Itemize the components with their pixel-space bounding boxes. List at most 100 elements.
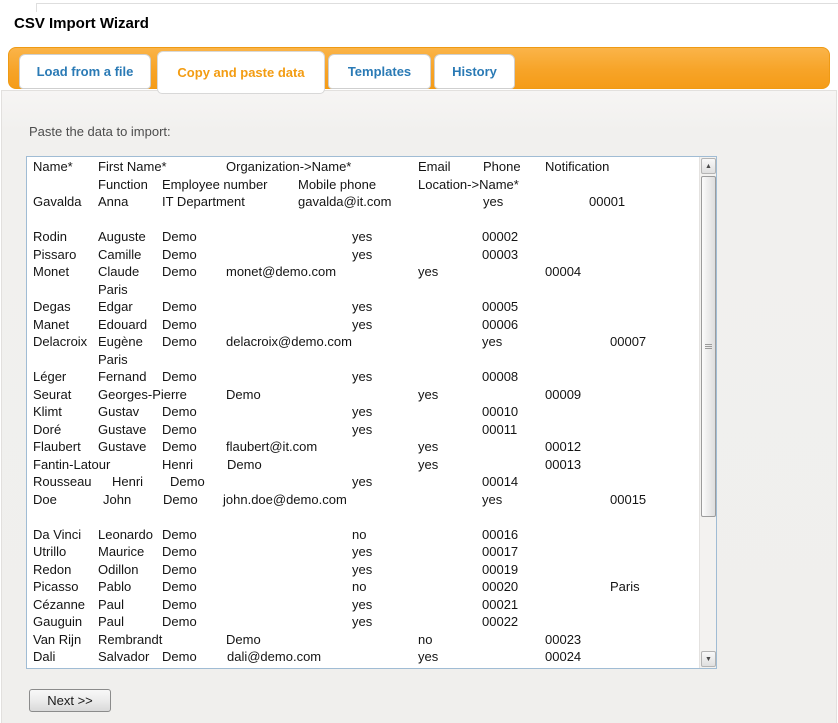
tab-bar: Load from a file Copy and paste data Tem… [8,47,830,89]
paste-content: Name*First Name*Organization->Name*Email… [33,159,698,668]
paste-line: UtrilloMauriceDemoyes00017 [33,544,698,562]
paste-cell: Da Vinci [33,527,81,542]
paste-line: DaliSalvadorDemodali@demo.comyes00024 [33,649,698,667]
paste-line: Fantin-LatourHenriDemoyes00013 [33,457,698,475]
paste-cell: 00009 [545,387,581,402]
paste-cell: 00020 [482,579,518,594]
paste-line: RodinAugusteDemoyes00002 [33,229,698,247]
paste-line: GauguinPaulDemoyes00022 [33,614,698,632]
paste-cell: Degas [33,299,71,314]
paste-cell: 00023 [545,632,581,647]
paste-cell: Demo [162,422,197,437]
paste-cell: Location->Name* [418,177,519,192]
paste-cell: Picasso [33,579,79,594]
paste-cell: Van Rijn [33,632,81,647]
paste-cell: Salvador [98,649,149,664]
tab-label: History [452,64,497,79]
paste-cell: Anna [98,194,128,209]
paste-cell: Demo [170,474,205,489]
thumb-grip-icon [705,344,712,349]
paste-line: Paris [33,352,698,370]
paste-cell: Manet [33,317,69,332]
paste-cell: Georges-Pierre [98,387,187,402]
tab-copy-and-paste-data[interactable]: Copy and paste data [157,51,325,94]
paste-cell: yes [418,439,438,454]
paste-cell: 00014 [482,474,518,489]
paste-cell: Demo [162,317,197,332]
paste-line: Grenoble [33,667,698,669]
paste-cell: 00010 [482,404,518,419]
paste-cell: Mobile phone [298,177,376,192]
paste-cell: Fernand [98,369,146,384]
paste-cell: yes [418,457,438,472]
paste-cell: yes [352,369,372,384]
paste-cell: Eugène [98,334,143,349]
paste-cell: Dali [33,649,55,664]
paste-cell: john.doe@demo.com [223,492,347,507]
paste-line: PissaroCamilleDemoyes00003 [33,247,698,265]
paste-cell: Edouard [98,317,147,332]
paste-cell: Demo [162,404,197,419]
vertical-scrollbar[interactable]: ▲ ▼ [699,157,716,668]
paste-line: Van RijnRembrandtDemono00023 [33,632,698,650]
paste-cell: Camille [98,247,141,262]
paste-cell: Odillon [98,562,138,577]
tab-label: Copy and paste data [177,65,304,80]
paste-line [33,212,698,230]
paste-cell: Demo [162,247,197,262]
next-button[interactable]: Next >> [29,689,111,712]
paste-cell: Function [98,177,148,192]
paste-cell: monet@demo.com [226,264,336,279]
tab-templates[interactable]: Templates [328,54,431,89]
paste-cell: Auguste [98,229,146,244]
up-arrow-icon: ▲ [705,163,712,170]
scroll-down-button[interactable]: ▼ [701,651,716,667]
paste-cell: Delacroix [33,334,87,349]
paste-line: DelacroixEugèneDemodelacroix@demo.comyes… [33,334,698,352]
wizard-panel: Paste the data to import: Name*First Nam… [1,90,837,723]
paste-cell: Rembrandt [98,632,162,647]
paste-line: Paris [33,282,698,300]
paste-line: DoeJohnDemojohn.doe@demo.comyes00015 [33,492,698,510]
scrollbar-thumb[interactable] [701,176,716,517]
tab-label: Load from a file [37,64,134,79]
paste-line: MonetClaudeDemomonet@demo.comyes00004 [33,264,698,282]
down-arrow-icon: ▼ [705,656,712,663]
paste-cell: Fantin-Latour [33,457,110,472]
paste-cell: Gustave [98,439,146,454]
paste-cell: yes [483,194,503,209]
paste-cell: yes [352,404,372,419]
paste-cell: 00012 [545,439,581,454]
paste-cell: Demo [226,632,261,647]
paste-cell: Grenoble [98,667,151,669]
paste-cell: First Name* [98,159,167,174]
paste-cell: 00008 [482,369,518,384]
paste-textarea[interactable]: Name*First Name*Organization->Name*Email… [26,156,717,669]
tab-load-from-a-file[interactable]: Load from a file [19,54,151,89]
paste-cell: Demo [162,544,197,559]
paste-cell: yes [352,562,372,577]
paste-cell: no [352,579,366,594]
paste-cell: gavalda@it.com [298,194,391,209]
paste-cell: Léger [33,369,66,384]
paste-cell: 00019 [482,562,518,577]
paste-line: ManetEdouardDemoyes00006 [33,317,698,335]
paste-line: GavaldaAnnaIT Departmentgavalda@it.comye… [33,194,698,212]
paste-cell: 00017 [482,544,518,559]
paste-cell: Email [418,159,451,174]
paste-cell: Rodin [33,229,67,244]
tab-label: Templates [348,64,411,79]
paste-line: RousseauHenriDemoyes00014 [33,474,698,492]
paste-line: RedonOdillonDemoyes00019 [33,562,698,580]
scroll-up-button[interactable]: ▲ [701,158,716,174]
paste-cell: Demo [162,579,197,594]
paste-cell: IT Department [162,194,245,209]
paste-cell: Name* [33,159,73,174]
tab-history[interactable]: History [434,54,515,89]
paste-cell: yes [352,544,372,559]
paste-cell: Paris [98,352,128,367]
paste-line: Name*First Name*Organization->Name*Email… [33,159,698,177]
paste-line: Da VinciLeonardoDemono00016 [33,527,698,545]
paste-cell: Paris [98,282,128,297]
paste-line: DegasEdgarDemoyes00005 [33,299,698,317]
